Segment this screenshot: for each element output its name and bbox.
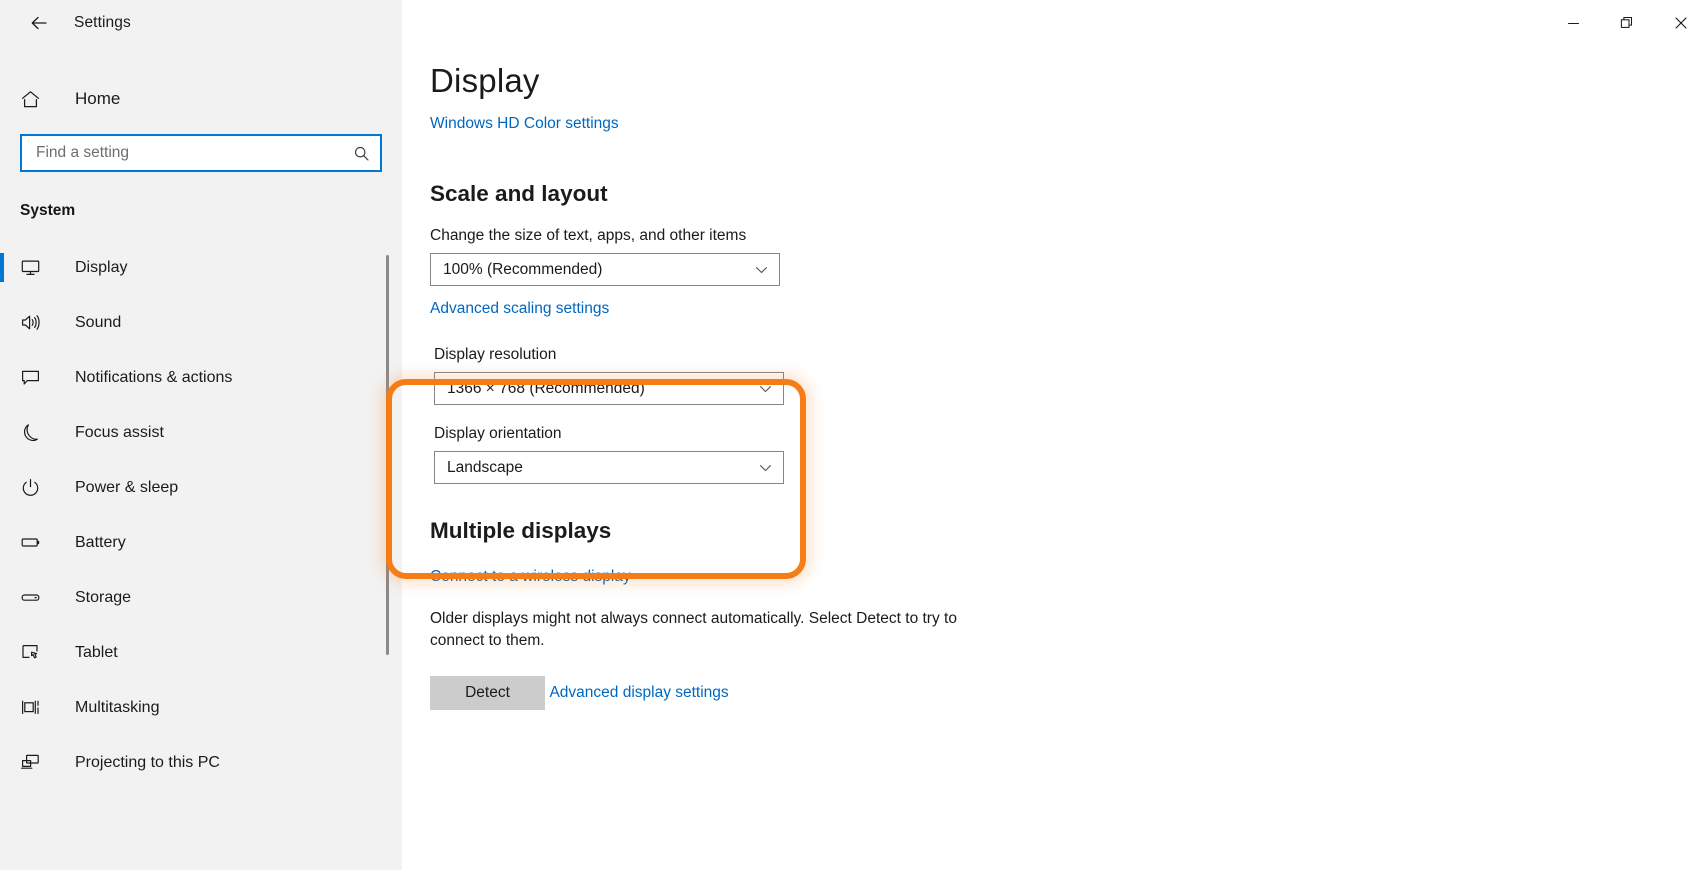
sidebar-item-tablet[interactable]: Tablet bbox=[0, 625, 402, 680]
sidebar-item-home[interactable]: Home bbox=[0, 76, 402, 122]
window-controls bbox=[1546, 0, 1708, 46]
page-title: Display bbox=[430, 62, 540, 99]
resolution-orientation-group: Display resolution 1366 × 768 (Recommend… bbox=[430, 346, 1430, 484]
sidebar-item-battery[interactable]: Battery bbox=[0, 515, 402, 570]
scale-field-label: Change the size of text, apps, and other… bbox=[430, 227, 747, 244]
sidebar-item-projecting-label: Projecting to this PC bbox=[75, 753, 220, 771]
sidebar-item-notifications-label: Notifications & actions bbox=[75, 368, 233, 386]
speaker-icon bbox=[20, 312, 52, 333]
drive-icon bbox=[20, 587, 52, 608]
sidebar-item-tablet-label: Tablet bbox=[75, 643, 118, 661]
detect-button[interactable]: Detect bbox=[430, 676, 545, 710]
search-box[interactable] bbox=[20, 134, 382, 172]
title-bar: Settings bbox=[0, 0, 402, 46]
minimize-button[interactable] bbox=[1546, 0, 1600, 46]
display-resolution-value: 1366 × 768 (Recommended) bbox=[447, 379, 645, 397]
multiple-displays-description: Older displays might not always connect … bbox=[430, 610, 957, 649]
search-icon[interactable] bbox=[353, 145, 370, 162]
scale-dropdown[interactable]: 100% (Recommended) bbox=[430, 253, 780, 286]
moon-icon bbox=[20, 422, 52, 443]
sidebar-item-storage-label: Storage bbox=[75, 588, 132, 606]
monitor-icon bbox=[20, 257, 52, 278]
advanced-display-settings-link[interactable]: Advanced display settings bbox=[549, 684, 728, 702]
sidebar-item-focus-assist[interactable]: Focus assist bbox=[0, 405, 402, 460]
display-orientation-dropdown[interactable]: Landscape bbox=[434, 451, 784, 484]
display-orientation-label: Display orientation bbox=[434, 425, 562, 442]
scale-and-layout-heading: Scale and layout bbox=[430, 181, 608, 206]
display-resolution-label: Display resolution bbox=[434, 346, 557, 363]
main-content: Display Windows HD Color settings Scale … bbox=[402, 0, 1708, 870]
close-button[interactable] bbox=[1654, 0, 1708, 46]
power-icon bbox=[20, 477, 52, 498]
connect-wireless-display-link[interactable]: Connect to a wireless display bbox=[430, 568, 631, 586]
battery-icon bbox=[20, 532, 52, 553]
sidebar-item-projecting[interactable]: Projecting to this PC bbox=[0, 735, 402, 790]
sidebar-item-multitasking-label: Multitasking bbox=[75, 698, 160, 716]
settings-window: Settings Home System bbox=[0, 0, 1708, 870]
tablet-icon bbox=[20, 642, 52, 663]
chevron-down-icon bbox=[758, 460, 773, 475]
sidebar-nav-list: Display Sound Notifications & actions Fo… bbox=[0, 240, 402, 790]
sidebar-scrollbar[interactable] bbox=[386, 255, 389, 655]
sidebar-item-notifications[interactable]: Notifications & actions bbox=[0, 350, 402, 405]
multitasking-icon bbox=[20, 697, 52, 718]
scale-dropdown-value: 100% (Recommended) bbox=[443, 260, 603, 278]
sidebar-item-focus-assist-label: Focus assist bbox=[75, 423, 164, 441]
sidebar-item-battery-label: Battery bbox=[75, 533, 126, 551]
display-settings-panel: Display Windows HD Color settings Scale … bbox=[430, 0, 1430, 710]
sidebar-item-home-label: Home bbox=[75, 89, 121, 108]
advanced-scaling-settings-link[interactable]: Advanced scaling settings bbox=[430, 300, 609, 318]
display-orientation-value: Landscape bbox=[447, 458, 523, 476]
sidebar-item-power-sleep[interactable]: Power & sleep bbox=[0, 460, 402, 515]
sidebar-item-storage[interactable]: Storage bbox=[0, 570, 402, 625]
sidebar-item-sound[interactable]: Sound bbox=[0, 295, 402, 350]
sidebar-item-power-sleep-label: Power & sleep bbox=[75, 478, 179, 496]
sidebar-item-display[interactable]: Display bbox=[0, 240, 402, 295]
search-input[interactable] bbox=[36, 144, 353, 162]
sidebar-item-display-label: Display bbox=[75, 258, 128, 276]
restore-button[interactable] bbox=[1600, 0, 1654, 46]
windows-hd-color-settings-link[interactable]: Windows HD Color settings bbox=[430, 115, 619, 133]
multiple-displays-heading: Multiple displays bbox=[430, 518, 612, 543]
sidebar-group-heading: System bbox=[20, 202, 76, 219]
sidebar: Settings Home System bbox=[0, 0, 402, 870]
chat-bubble-icon bbox=[20, 367, 52, 388]
home-icon bbox=[20, 89, 52, 110]
sidebar-item-sound-label: Sound bbox=[75, 313, 122, 331]
chevron-down-icon bbox=[758, 381, 773, 396]
back-arrow-icon[interactable] bbox=[18, 6, 60, 40]
display-resolution-dropdown[interactable]: 1366 × 768 (Recommended) bbox=[434, 372, 784, 405]
sidebar-item-multitasking[interactable]: Multitasking bbox=[0, 680, 402, 735]
chevron-down-icon bbox=[754, 262, 769, 277]
window-title: Settings bbox=[74, 14, 131, 31]
projecting-icon bbox=[20, 752, 52, 773]
